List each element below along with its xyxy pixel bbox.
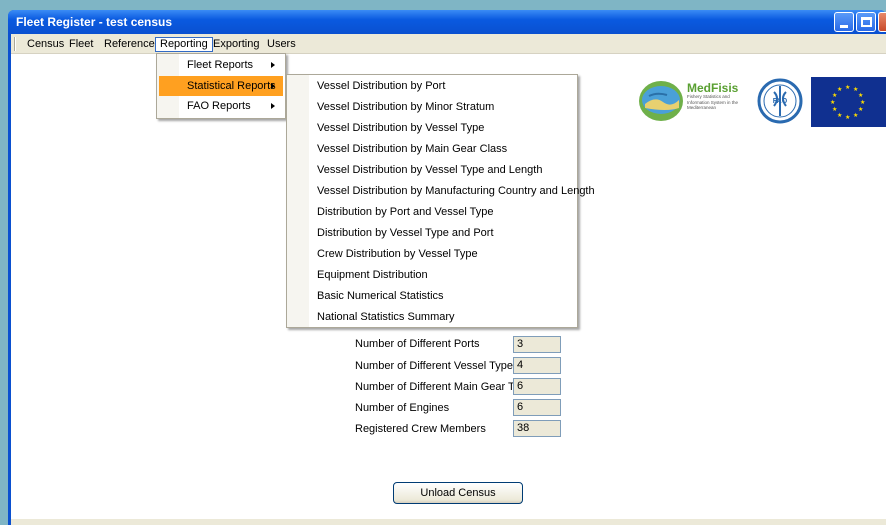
report-label: Basic Numerical Statistics [317, 290, 444, 302]
close-button[interactable] [878, 12, 886, 32]
svg-text:★: ★ [830, 99, 835, 106]
menu-fao-reports[interactable]: FAO Reports [159, 96, 283, 116]
title-bar[interactable]: Fleet Register - test census [8, 10, 886, 34]
svg-text:★: ★ [858, 106, 863, 113]
stat-label-engines: Number of Engines [355, 402, 450, 414]
report-label: Distribution by Port and Vessel Type [317, 206, 494, 218]
report-vessel-by-port[interactable]: Vessel Distribution by Port [289, 76, 575, 97]
submenu-arrow-icon [271, 83, 275, 89]
medfisis-logo: MedFisis Fishery Statistics and Informat… [639, 81, 739, 121]
statistical-reports-submenu: Vessel Distribution by Port Vessel Distr… [286, 74, 595, 328]
report-national-statistics-summary[interactable]: National Statistics Summary [289, 307, 575, 328]
report-label: National Statistics Summary [317, 311, 455, 323]
report-port-and-vessel-type[interactable]: Distribution by Port and Vessel Type [289, 202, 575, 223]
submenu-arrow-icon [271, 62, 275, 68]
report-label: Vessel Distribution by Port [317, 80, 446, 92]
stat-value-ports: 3 [513, 336, 561, 353]
svg-text:★: ★ [832, 106, 837, 113]
report-vessel-by-main-gear[interactable]: Vessel Distribution by Main Gear Class [289, 139, 575, 160]
report-label: Vessel Distribution by Minor Stratum [317, 101, 495, 113]
report-crew-by-vessel-type[interactable]: Crew Distribution by Vessel Type [289, 244, 575, 265]
stat-label-vessel-types: Number of Different Vessel Types [355, 360, 519, 372]
svg-text:FAO: FAO [773, 98, 788, 105]
svg-text:★: ★ [853, 112, 858, 119]
report-vessel-by-minor-stratum[interactable]: Vessel Distribution by Minor Stratum [289, 97, 575, 118]
submenu-arrow-icon [271, 103, 275, 109]
menu-fao-reports-label: FAO Reports [187, 100, 251, 112]
report-label: Vessel Distribution by Vessel Type [317, 122, 485, 134]
unload-census-button[interactable]: Unload Census [393, 482, 523, 504]
svg-text:★: ★ [837, 86, 842, 93]
report-label: Distribution by Vessel Type and Port [317, 227, 494, 239]
medfisis-name: MedFisis [687, 81, 739, 95]
minimize-icon [840, 25, 848, 28]
eu-flag-logo: ★ ★ ★ ★ ★ ★ ★ ★ ★ ★ ★ ★ [811, 77, 886, 127]
stat-value-vessel-types: 4 [513, 357, 561, 374]
report-basic-numerical-statistics[interactable]: Basic Numerical Statistics [289, 286, 575, 307]
stat-value-gear-types: 6 [513, 378, 561, 395]
menu-exporting[interactable]: Exporting [209, 37, 263, 52]
svg-text:★: ★ [832, 92, 837, 99]
maximize-button[interactable] [856, 12, 876, 32]
report-vessel-by-type-length[interactable]: Vessel Distribution by Vessel Type and L… [289, 160, 575, 181]
report-equipment-distribution[interactable]: Equipment Distribution [289, 265, 575, 286]
menu-statistical-reports-label: Statistical Reports [187, 80, 276, 92]
menu-reporting[interactable]: Reporting [155, 37, 213, 52]
stat-value-engines: 6 [513, 399, 561, 416]
svg-text:★: ★ [837, 112, 842, 119]
stat-label-ports: Number of Different Ports [355, 338, 480, 350]
menu-reference[interactable]: Reference [100, 37, 159, 52]
minimize-button[interactable] [834, 12, 854, 32]
menu-fleet-reports[interactable]: Fleet Reports [159, 55, 283, 75]
menu-bar: Census Fleet Reference Reporting Exporti… [11, 34, 886, 54]
medfisis-tagline: Fishery Statistics and Information Syste… [687, 94, 739, 110]
stat-label-crew: Registered Crew Members [355, 423, 486, 435]
stat-value-crew: 38 [513, 420, 561, 437]
window-title: Fleet Register - test census [16, 15, 173, 29]
menu-census[interactable]: Census [23, 37, 68, 52]
report-label: Vessel Distribution by Vessel Type and L… [317, 164, 543, 176]
stat-label-gear-types: Number of Different Main Gear Types [355, 381, 538, 393]
report-label: Equipment Distribution [317, 269, 428, 281]
svg-text:★: ★ [860, 99, 865, 106]
menu-statistical-reports[interactable]: Statistical Reports [159, 76, 283, 96]
report-vessel-by-country-length[interactable]: Vessel Distribution by Manufacturing Cou… [289, 181, 595, 202]
report-vessel-by-vessel-type[interactable]: Vessel Distribution by Vessel Type [289, 118, 575, 139]
report-label: Vessel Distribution by Manufacturing Cou… [317, 185, 595, 197]
report-label: Crew Distribution by Vessel Type [317, 248, 478, 260]
menubar-grip [14, 37, 16, 51]
report-vessel-type-and-port[interactable]: Distribution by Vessel Type and Port [289, 223, 575, 244]
maximize-icon [861, 17, 872, 27]
reporting-menu: Fleet Reports Statistical Reports FAO Re… [156, 53, 286, 119]
svg-text:★: ★ [858, 92, 863, 99]
fao-logo: FAO [757, 78, 803, 124]
report-label: Vessel Distribution by Main Gear Class [317, 143, 508, 155]
svg-text:★: ★ [845, 114, 850, 121]
menu-fleet[interactable]: Fleet [65, 37, 97, 52]
status-bar [11, 519, 886, 525]
menu-users[interactable]: Users [263, 37, 300, 52]
svg-text:★: ★ [845, 84, 850, 91]
menu-fleet-reports-label: Fleet Reports [187, 59, 254, 71]
